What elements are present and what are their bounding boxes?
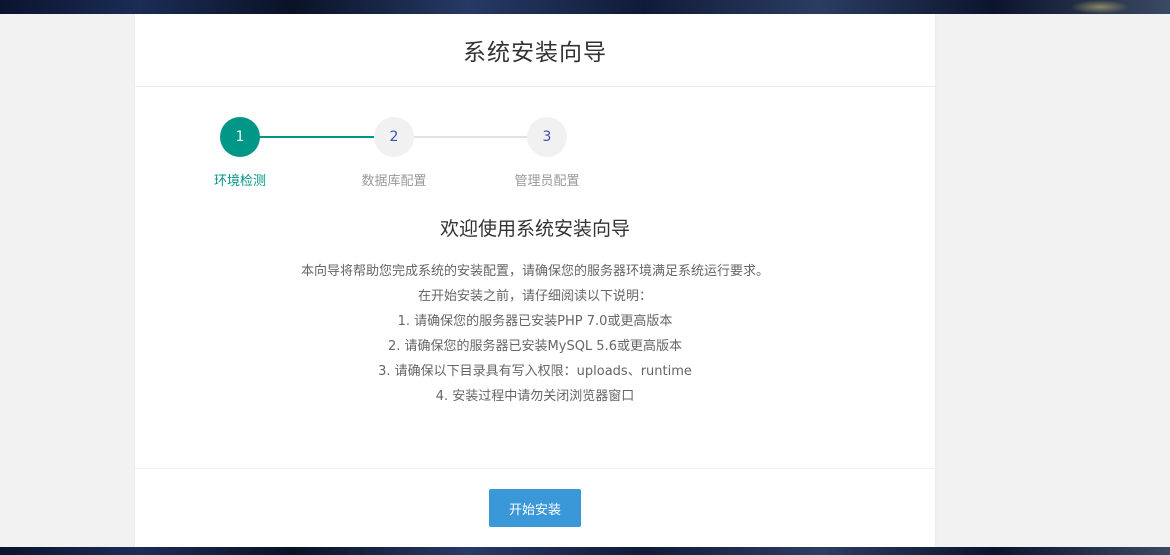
welcome-section: 欢迎使用系统安装向导 本向导将帮助您完成系统的安装配置，请确保您的服务器环境满足… <box>135 214 935 409</box>
welcome-title: 欢迎使用系统安装向导 <box>439 218 630 240</box>
step-admin-config: 3 管理员配置 <box>492 117 602 189</box>
list-item: 2. 请确保您的服务器已安装MySQL 5.6或更高版本 <box>388 339 682 354</box>
installer-panel: 系统安装向导 1 环境检测 2 数据库配置 3 管理员配置 欢迎使用系统安装向导… <box>135 14 935 547</box>
panel-header: 系统安装向导 <box>135 14 935 87</box>
step-number: 1 <box>220 117 260 157</box>
step-number: 3 <box>527 117 567 157</box>
step-database-config: 2 数据库配置 <box>339 117 449 189</box>
start-install-button[interactable]: 开始安装 <box>489 489 581 527</box>
list-item: 3. 请确保以下目录具有写入权限：uploads、runtime <box>378 364 692 379</box>
step-label: 环境检测 <box>213 174 266 189</box>
list-item: 4. 安装过程中请勿关闭浏览器窗口 <box>435 389 635 404</box>
step-label: 管理员配置 <box>514 174 580 189</box>
panel-footer: 开始安装 <box>135 468 935 548</box>
instruction-list: 本向导将帮助您完成系统的安装配置，请确保您的服务器环境满足系统运行要求。 在开始… <box>135 259 935 409</box>
step-environment-check: 1 环境检测 <box>185 117 295 189</box>
step-progress: 1 环境检测 2 数据库配置 3 管理员配置 <box>135 117 935 189</box>
intro-text: 本向导将帮助您完成系统的安装配置，请确保您的服务器环境满足系统运行要求。 <box>300 264 769 279</box>
step-number: 2 <box>374 117 414 157</box>
list-item: 1. 请确保您的服务器已安装PHP 7.0或更高版本 <box>397 314 673 329</box>
step-label: 数据库配置 <box>361 174 427 189</box>
instructions-heading: 在开始安装之前，请仔细阅读以下说明： <box>417 289 652 304</box>
background-light <box>1070 0 1130 14</box>
page-title: 系统安装向导 <box>463 40 607 66</box>
background-bottom <box>0 547 1170 555</box>
background-top <box>0 0 1170 14</box>
